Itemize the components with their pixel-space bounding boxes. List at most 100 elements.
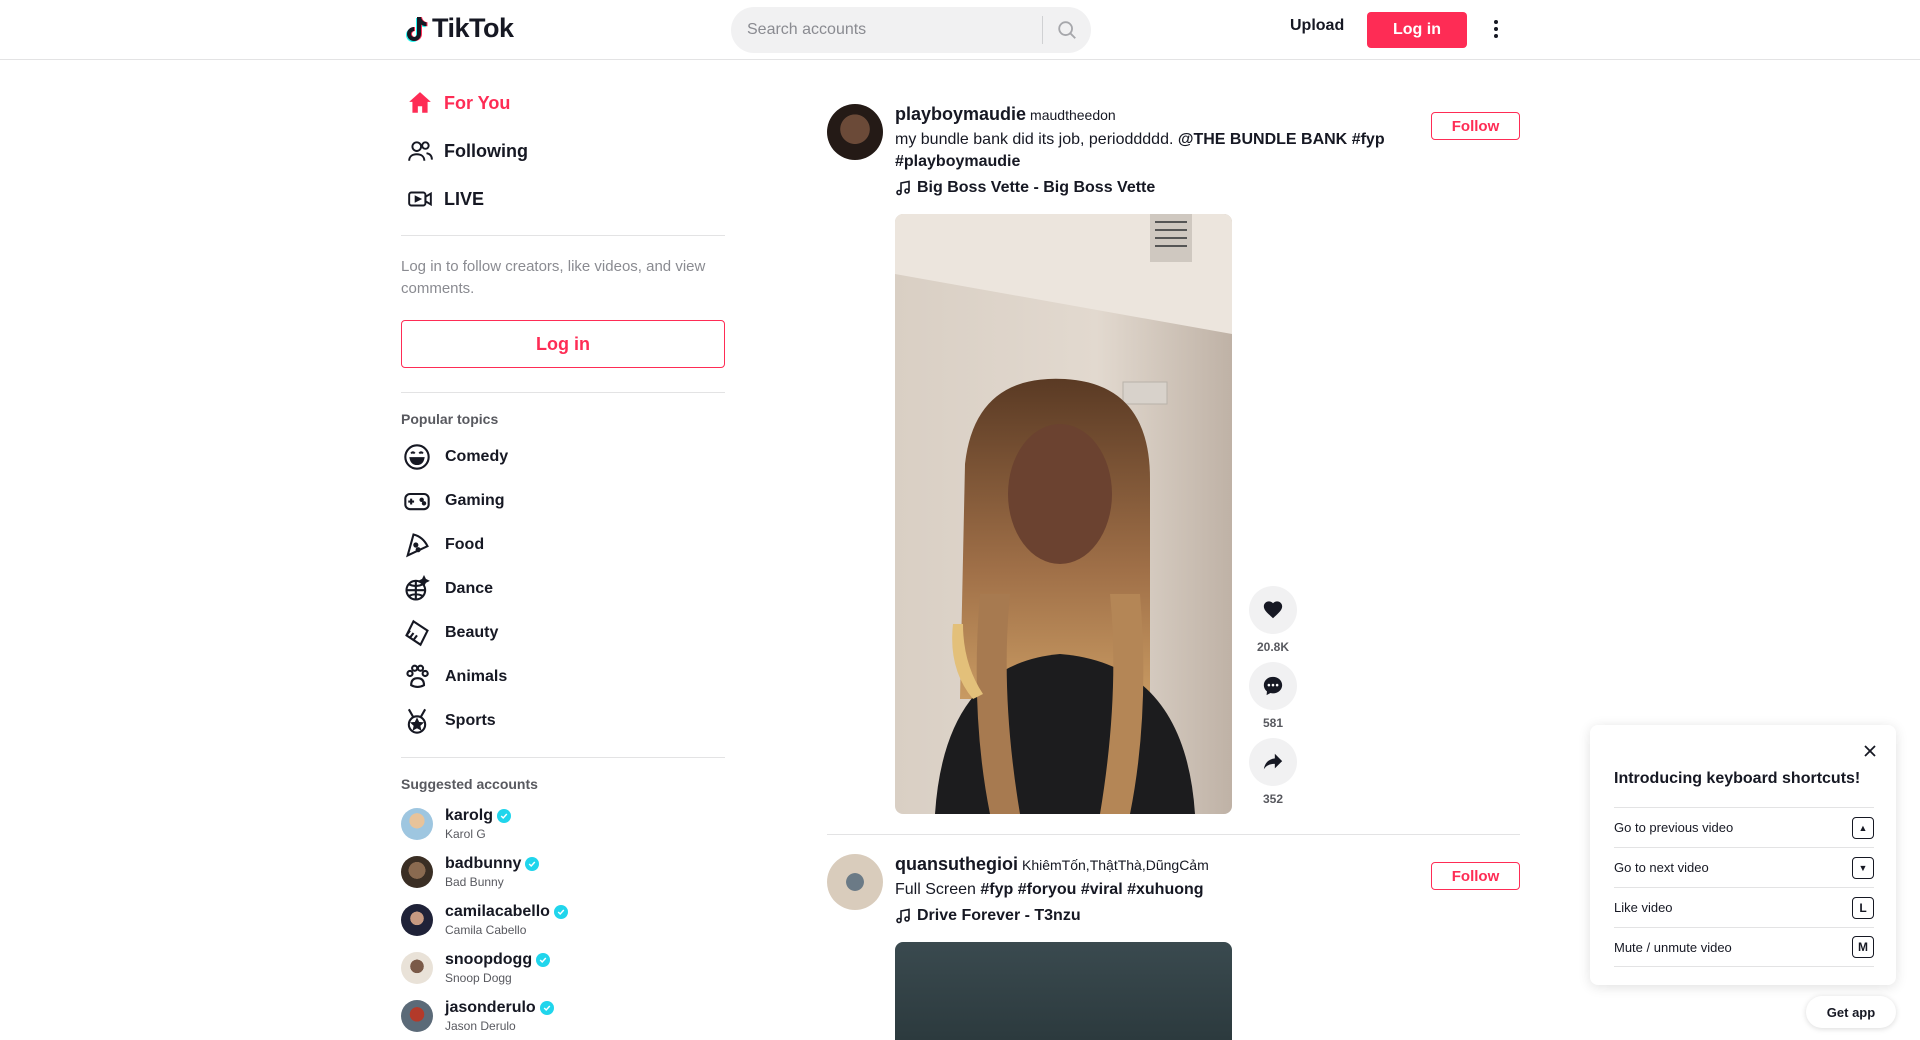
shortcut-row: Go to previous video ▲ <box>1614 807 1874 847</box>
more-vertical-icon <box>1494 20 1498 38</box>
food-icon <box>402 530 432 560</box>
avatar <box>401 856 433 888</box>
account-name: Snoop Dogg <box>445 971 512 985</box>
feed-post: playboymaudie maudtheedon my bundle bank… <box>827 104 1520 814</box>
topic-sports[interactable]: Sports <box>400 699 725 743</box>
header-login-button[interactable]: Log in <box>1367 12 1467 48</box>
account-name: Camila Cabello <box>445 923 527 937</box>
sidebar-divider <box>401 392 725 393</box>
sports-icon <box>402 706 432 736</box>
keyboard-shortcuts-popup: Introducing keyboard shortcuts! Go to pr… <box>1590 725 1896 985</box>
topic-label: Beauty <box>445 624 499 641</box>
topic-label: Food <box>445 536 485 553</box>
topic-dance[interactable]: Dance <box>400 567 725 611</box>
tiktok-logo[interactable]: TikTok <box>404 13 514 44</box>
post-music[interactable]: Drive Forever - T3nzu <box>895 907 1415 925</box>
caption-hashtags[interactable]: #fyp #foryou #viral #xuhuong <box>980 881 1203 898</box>
video-thumbnail <box>895 214 1232 814</box>
post-author[interactable]: quansuthegioi KhiêmTốn,ThậtThà,DũngCảm <box>895 854 1415 875</box>
avatar <box>401 808 433 840</box>
shortcut-label: Go to previous video <box>1614 820 1734 835</box>
live-icon <box>404 183 436 215</box>
author-handle[interactable]: playboymaudie <box>895 104 1026 125</box>
account-name: Jason Derulo <box>445 1019 516 1033</box>
popup-title: Introducing keyboard shortcuts! <box>1614 770 1861 787</box>
verified-badge-icon <box>525 857 540 871</box>
music-note-icon <box>896 180 910 196</box>
get-app-button[interactable]: Get app <box>1806 996 1896 1028</box>
nav-live[interactable]: LIVE <box>400 175 725 223</box>
follow-button[interactable]: Follow <box>1431 862 1520 890</box>
nav-for-you[interactable]: For You <box>400 79 725 127</box>
search-button[interactable] <box>1043 7 1091 53</box>
topic-label: Comedy <box>445 448 509 465</box>
shortcut-list: Go to previous video ▲ Go to next video … <box>1614 807 1874 967</box>
follow-button[interactable]: Follow <box>1431 112 1520 140</box>
suggested-account[interactable]: snoopdogg Snoop Dogg <box>400 944 725 992</box>
account-handle: snoopdogg <box>445 951 533 968</box>
suggested-account[interactable]: camilacabello Camila Cabello <box>400 896 725 944</box>
shortcut-row: Mute / unmute video M <box>1614 927 1874 967</box>
sidebar: For You Following LIVE Log in to follow … <box>400 60 725 1040</box>
upload-button[interactable]: Upload <box>1290 17 1344 35</box>
avatar <box>401 1000 433 1032</box>
search-icon <box>1058 21 1076 39</box>
author-handle[interactable]: quansuthegioi <box>895 854 1018 875</box>
verified-badge-icon <box>497 809 512 823</box>
topic-gaming[interactable]: Gaming <box>400 479 725 523</box>
animals-icon <box>402 662 432 692</box>
post-music[interactable]: Big Boss Vette - Big Boss Vette <box>895 179 1415 197</box>
suggested-account[interactable]: badbunny Bad Bunny <box>400 848 725 896</box>
caption-text: Full Screen <box>895 881 981 898</box>
suggested-account[interactable]: jasonderulo Jason Derulo <box>400 992 725 1040</box>
caption-mention[interactable]: @THE BUNDLE BANK <box>1178 131 1347 148</box>
topic-food[interactable]: Food <box>400 523 725 567</box>
caption-text: my bundle bank did its job, perioddddd. <box>895 131 1178 148</box>
search-input[interactable] <box>747 21 1038 39</box>
topic-label: Gaming <box>445 492 505 509</box>
like-count: 20.8K <box>1256 640 1290 654</box>
topic-animals[interactable]: Animals <box>400 655 725 699</box>
key-l-icon: L <box>1852 896 1874 919</box>
topic-label: Dance <box>445 580 494 597</box>
author-avatar[interactable] <box>827 854 883 910</box>
comment-button[interactable] <box>1249 662 1297 710</box>
account-name: Bad Bunny <box>445 875 504 889</box>
share-icon <box>1263 753 1283 770</box>
shortcut-row: Like video L <box>1614 887 1874 927</box>
sidebar-divider <box>401 757 725 758</box>
more-options-button[interactable] <box>1484 17 1508 41</box>
share-count: 352 <box>1262 792 1284 806</box>
account-handle: jasonderulo <box>445 999 536 1016</box>
tiktok-note-icon <box>406 16 428 42</box>
author-name: maudtheedon <box>1030 107 1116 123</box>
following-icon <box>404 135 436 167</box>
music-note-icon <box>896 908 910 924</box>
author-avatar[interactable] <box>827 104 883 160</box>
nav-label: Following <box>444 140 528 161</box>
sidebar-login-button[interactable]: Log in <box>401 320 725 368</box>
like-button[interactable] <box>1249 586 1297 634</box>
comment-icon <box>1263 676 1283 696</box>
post-actions: 20.8K 581 352 <box>1249 586 1297 814</box>
account-handle: camilacabello <box>445 903 550 920</box>
verified-badge-icon <box>553 905 568 919</box>
account-name: Karol G <box>445 827 486 841</box>
video-player[interactable] <box>895 214 1232 814</box>
key-m-icon: M <box>1852 936 1874 958</box>
gaming-icon <box>402 486 432 516</box>
post-author[interactable]: playboymaudie maudtheedon <box>895 104 1415 125</box>
suggested-account[interactable]: karolg Karol G <box>400 800 725 848</box>
comedy-icon <box>402 442 432 472</box>
video-player[interactable] <box>895 942 1232 1040</box>
shortcut-label: Mute / unmute video <box>1614 939 1732 955</box>
nav-following[interactable]: Following <box>400 127 725 175</box>
share-button[interactable] <box>1249 738 1297 786</box>
topic-comedy[interactable]: Comedy <box>400 435 725 479</box>
avatar <box>401 904 433 936</box>
topic-beauty[interactable]: Beauty <box>400 611 725 655</box>
nav-label: For You <box>444 92 511 113</box>
shortcut-label: Like video <box>1614 900 1673 915</box>
search-bar <box>731 7 1091 53</box>
close-popup-button[interactable] <box>1858 739 1882 763</box>
